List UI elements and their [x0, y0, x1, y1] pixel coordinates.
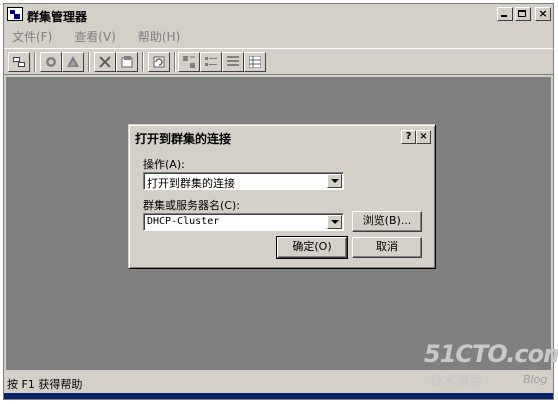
new-group-button[interactable]	[40, 52, 62, 72]
menu-file[interactable]: 文件(F)	[8, 27, 56, 46]
maximize-button[interactable]	[515, 7, 531, 21]
list-icon	[227, 56, 239, 66]
refresh-icon	[153, 56, 165, 68]
status-text: 按 F1 获得帮助	[7, 378, 83, 391]
chevron-down-icon[interactable]	[327, 215, 342, 229]
minimize-button[interactable]	[497, 7, 513, 21]
dialog-close-button[interactable]: ×	[416, 130, 431, 144]
toolbar-separator	[174, 52, 176, 72]
action-label: 操作(A):	[143, 158, 185, 171]
toolbar	[4, 48, 553, 75]
title-bar: 群集管理器 ×	[4, 4, 553, 25]
taskbar-strip	[4, 393, 553, 399]
toolbar-separator	[88, 52, 90, 72]
delete-icon	[99, 56, 111, 68]
open-connection-button[interactable]	[8, 52, 30, 72]
properties-icon	[121, 56, 133, 68]
cancel-button[interactable]: 取消	[352, 237, 422, 258]
action-dropdown[interactable]: 打开到群集的连接	[143, 172, 344, 190]
new-group-icon	[46, 57, 56, 67]
app-icon	[7, 7, 23, 21]
open-connection-icon	[13, 57, 25, 67]
server-value: DHCP-Cluster	[147, 216, 220, 227]
server-label: 群集或服务器名(C):	[143, 199, 240, 212]
properties-button[interactable]	[116, 52, 138, 72]
small-icons-button[interactable]	[200, 52, 222, 72]
details-view-button[interactable]	[244, 52, 266, 72]
toolbar-separator	[34, 52, 36, 72]
ok-button[interactable]: 确定(O)	[276, 236, 348, 259]
close-button[interactable]: ×	[535, 7, 551, 21]
browse-button[interactable]: 浏览(B)...	[352, 211, 422, 232]
server-combobox[interactable]: DHCP-Cluster	[143, 213, 344, 231]
window-controls: ×	[497, 7, 551, 21]
chevron-down-icon[interactable]	[327, 174, 342, 188]
new-resource-button[interactable]	[62, 52, 84, 72]
menu-bar: 文件(F) 查看(V) 帮助(H)	[4, 27, 198, 46]
large-icons-icon	[183, 56, 195, 68]
watermark-site: 51CTO.com	[424, 340, 558, 368]
refresh-button[interactable]	[148, 52, 170, 72]
dialog-title-bar: 打开到群集的连接 ? ×	[132, 128, 432, 146]
dialog-help-button[interactable]: ?	[401, 130, 416, 144]
menu-view[interactable]: 查看(V)	[70, 27, 120, 46]
list-view-button[interactable]	[222, 52, 244, 72]
large-icons-button[interactable]	[178, 52, 200, 72]
new-resource-icon	[67, 56, 79, 67]
toolbar-separator	[142, 52, 144, 72]
watermark-tagline: 技术博客	[430, 374, 483, 389]
delete-button[interactable]	[94, 52, 116, 72]
watermark-blog: Blog	[523, 373, 548, 386]
dialog-controls: ? ×	[401, 130, 431, 144]
menu-help[interactable]: 帮助(H)	[134, 27, 184, 46]
details-icon	[249, 56, 261, 68]
dialog-title: 打开到群集的连接	[135, 132, 232, 146]
small-icons-icon	[205, 57, 217, 66]
open-connection-dialog: 打开到群集的连接 ? × 操作(A): 打开到群集的连接 群集或服务器名(C):…	[128, 124, 436, 269]
window-title: 群集管理器	[27, 10, 88, 24]
action-value: 打开到群集的连接	[147, 177, 235, 190]
